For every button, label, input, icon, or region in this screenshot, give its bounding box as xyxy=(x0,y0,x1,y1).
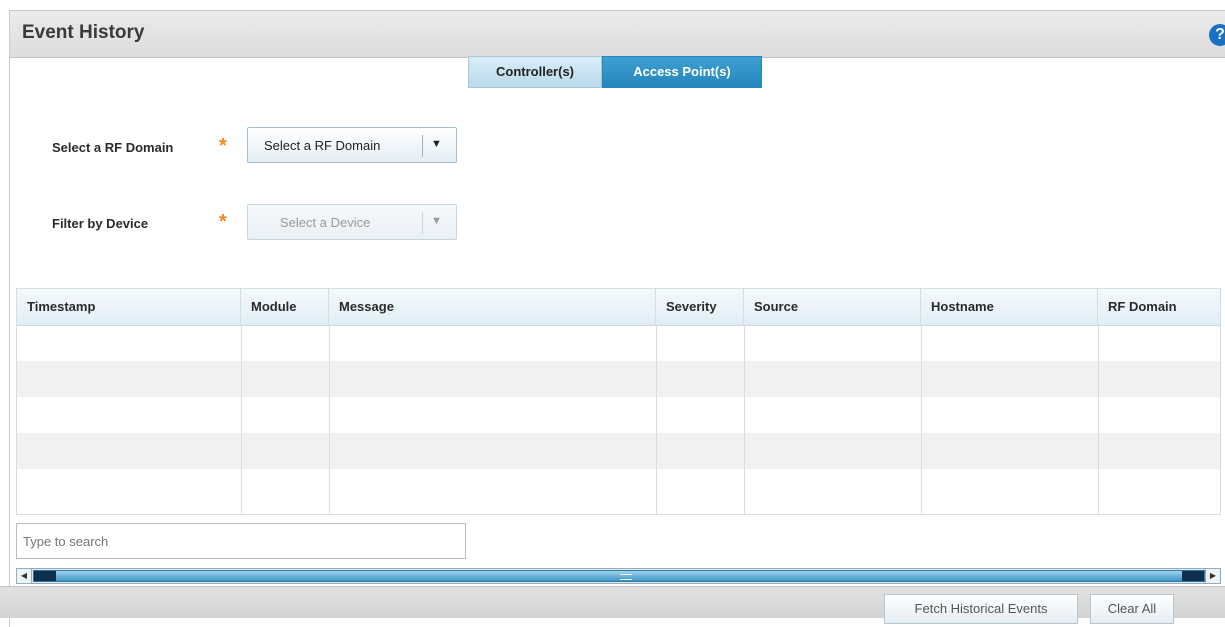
tab-access-points[interactable]: Access Point(s) xyxy=(602,56,762,88)
column-divider xyxy=(656,325,657,514)
footer-bar: Fetch Historical Events Clear All xyxy=(0,586,1225,624)
column-header-timestamp[interactable]: Timestamp xyxy=(17,289,241,325)
dropdown-divider xyxy=(422,212,423,234)
grip-icon xyxy=(620,574,632,580)
rf-domain-label: Select a RF Domain xyxy=(52,140,174,155)
chevron-down-icon[interactable]: ▼ xyxy=(431,138,442,150)
table-row xyxy=(17,469,1220,505)
horizontal-scrollbar[interactable]: ◀ ▶ xyxy=(16,568,1221,584)
column-header-message[interactable]: Message xyxy=(329,289,656,325)
fetch-historical-events-button[interactable]: Fetch Historical Events xyxy=(884,594,1078,624)
column-divider xyxy=(921,325,922,514)
column-divider xyxy=(1098,325,1099,514)
table-row xyxy=(17,397,1220,433)
tab-bar: Controller(s) Access Point(s) xyxy=(468,56,762,88)
scrollbar-thumb[interactable] xyxy=(33,570,1205,582)
column-header-hostname[interactable]: Hostname xyxy=(921,289,1098,325)
clear-all-button[interactable]: Clear All xyxy=(1090,594,1174,624)
column-divider xyxy=(241,325,242,514)
device-select-value: Select a Device xyxy=(280,215,371,230)
scroll-right-icon[interactable]: ▶ xyxy=(1205,569,1220,583)
chevron-down-icon[interactable]: ▼ xyxy=(431,215,442,227)
table-row xyxy=(17,433,1220,469)
column-header-source[interactable]: Source xyxy=(744,289,921,325)
column-header-rf-domain[interactable]: RF Domain xyxy=(1098,289,1220,325)
rf-domain-select-value: Select a RF Domain xyxy=(264,138,381,153)
table-row xyxy=(17,361,1220,397)
column-header-module[interactable]: Module xyxy=(241,289,329,325)
filter-device-label: Filter by Device xyxy=(52,216,149,231)
column-divider xyxy=(744,325,745,514)
panel-header: Event History ? xyxy=(10,11,1225,58)
event-table: Timestamp Module Message Severity Source… xyxy=(16,288,1221,515)
rf-domain-select[interactable]: Select a RF Domain ▼ xyxy=(247,127,457,163)
page-title: Event History xyxy=(22,22,145,43)
scroll-left-icon[interactable]: ◀ xyxy=(17,569,32,583)
column-header-severity[interactable]: Severity xyxy=(656,289,744,325)
table-row xyxy=(17,325,1220,361)
column-divider xyxy=(329,325,330,514)
table-header: Timestamp Module Message Severity Source… xyxy=(17,289,1220,326)
device-select[interactable]: Select a Device ▼ xyxy=(247,204,457,240)
asterisk-icon: * xyxy=(219,135,227,157)
search-input[interactable] xyxy=(16,523,466,559)
asterisk-icon: * xyxy=(219,211,227,233)
tab-controllers[interactable]: Controller(s) xyxy=(468,56,602,88)
dropdown-divider xyxy=(422,135,423,157)
table-body xyxy=(17,325,1220,514)
help-icon[interactable]: ? xyxy=(1209,24,1225,46)
